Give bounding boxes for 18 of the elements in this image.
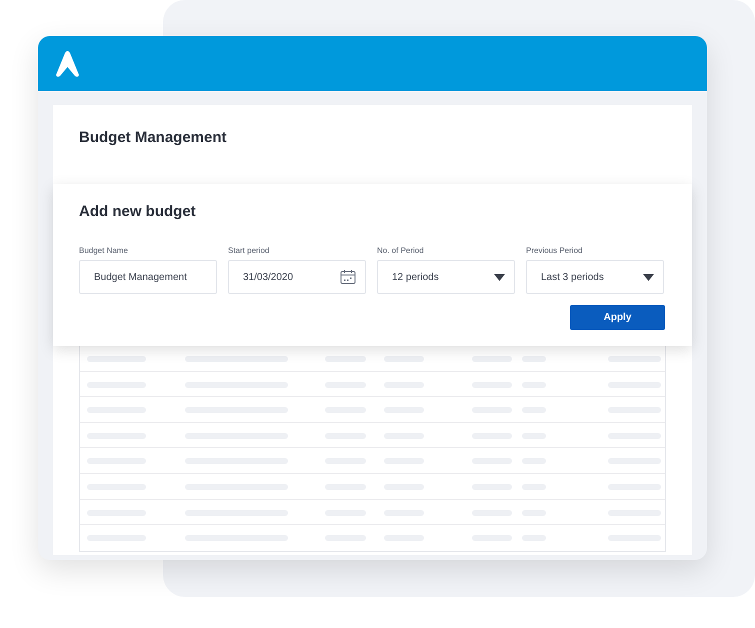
field-label: Start period bbox=[228, 246, 270, 256]
field-value: Last 3 periods bbox=[541, 270, 604, 284]
dropdown-caret-icon bbox=[494, 274, 505, 280]
text-field[interactable]: Budget Management bbox=[79, 260, 217, 294]
dropdown[interactable]: Last 3 periods bbox=[526, 260, 664, 294]
field-value: Budget Management bbox=[94, 270, 187, 284]
field-value: 31/03/2020 bbox=[243, 270, 294, 284]
dialog-title: Add new budget bbox=[79, 203, 197, 221]
dropdown-caret-icon bbox=[643, 274, 654, 280]
date-field[interactable]: 31/03/2020 bbox=[228, 260, 366, 294]
field-label: Budget Name bbox=[79, 246, 129, 256]
calendar-icon bbox=[340, 269, 356, 285]
dropdown[interactable]: 12 periods bbox=[377, 260, 515, 294]
apply-button[interactable]: Apply bbox=[570, 305, 665, 330]
field-label: No. of Period bbox=[377, 246, 425, 256]
field-value: 12 periods bbox=[392, 270, 439, 284]
field-label: Previous Period bbox=[526, 246, 584, 256]
page-title: Budget Management bbox=[79, 129, 227, 146]
